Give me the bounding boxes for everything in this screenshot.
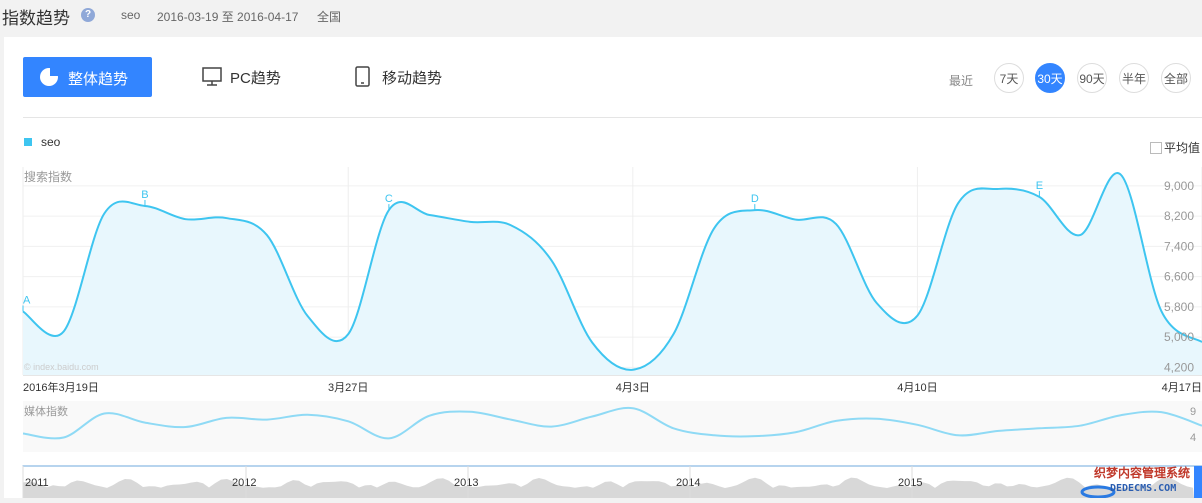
year-label: 2012 bbox=[232, 477, 256, 489]
trend-chart: A B C D E 搜索指数 © index.baidu.com 9,000 8,200 7… bbox=[22, 167, 1202, 498]
logo-graphic: 织梦内容管理系统 DEDECMS.COM bbox=[1080, 465, 1190, 499]
x-tick-label: 2016年3月19日 bbox=[23, 380, 99, 394]
search-index-area bbox=[23, 173, 1202, 375]
year-label: 2015 bbox=[898, 477, 922, 489]
y-tick-label: 8,200 bbox=[1164, 209, 1194, 223]
media-chart-bg bbox=[23, 401, 1202, 452]
y-tick-label: 5,800 bbox=[1164, 300, 1194, 314]
watermark: © index.baidu.com bbox=[24, 362, 99, 372]
media-y-tick: 4 bbox=[1190, 432, 1196, 444]
year-label: 2011 bbox=[25, 477, 49, 489]
marker-c: C bbox=[385, 193, 393, 205]
y-tick-label: 7,400 bbox=[1164, 239, 1194, 253]
x-tick-label: 4月3日 bbox=[616, 382, 650, 394]
y-tick-label: 9,000 bbox=[1164, 179, 1194, 193]
site-logo: 织梦内容管理系统 DEDECMS.COM bbox=[1080, 462, 1202, 499]
search-y-title: 搜索指数 bbox=[24, 169, 72, 184]
year-label: 2014 bbox=[676, 477, 700, 489]
marker-b: B bbox=[141, 189, 148, 201]
marker-a: A bbox=[23, 294, 31, 306]
x-tick-label: 4月10日 bbox=[897, 382, 937, 394]
y-tick-label: 4,200 bbox=[1164, 360, 1194, 374]
y-tick-label: 5,000 bbox=[1164, 330, 1194, 344]
logo-url: DEDECMS.COM bbox=[1110, 483, 1176, 494]
y-tick-label: 6,600 bbox=[1164, 270, 1194, 284]
marker-e: E bbox=[1036, 180, 1043, 192]
marker-d: D bbox=[751, 193, 759, 205]
logo-text: 织梦内容管理系统 bbox=[1094, 465, 1190, 480]
media-y-title: 媒体指数 bbox=[24, 404, 68, 418]
year-label: 2013 bbox=[454, 477, 478, 489]
x-tick-label: 4月17日 bbox=[1162, 382, 1202, 394]
media-y-tick: 9 bbox=[1190, 406, 1196, 418]
x-tick-label: 3月27日 bbox=[328, 382, 368, 394]
x-tick-labels: 2016年3月19日 3月27日 4月3日 4月10日 4月17日 bbox=[23, 380, 1202, 394]
